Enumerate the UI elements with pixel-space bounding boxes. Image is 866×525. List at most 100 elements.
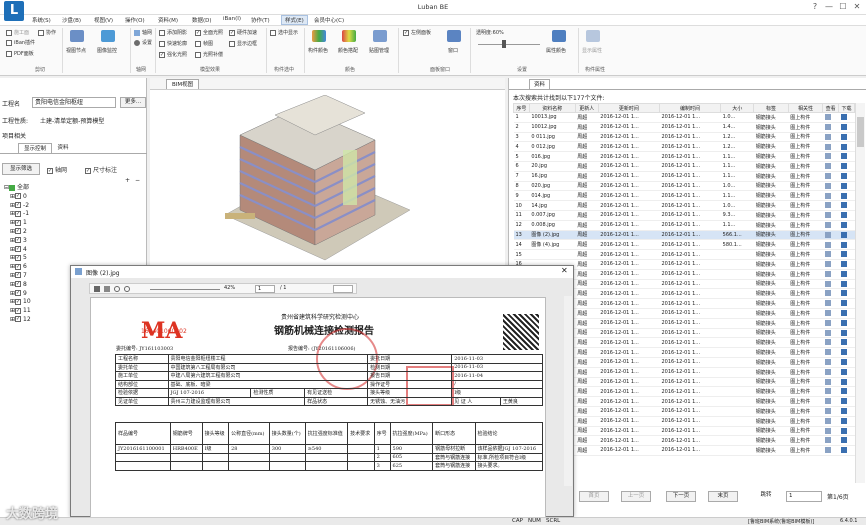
- view-icon[interactable]: [822, 220, 839, 231]
- download-icon[interactable]: [838, 337, 855, 349]
- download-icon[interactable]: [838, 239, 855, 251]
- download-icon[interactable]: [838, 279, 855, 290]
- project-related-link[interactable]: 项目相关: [2, 131, 26, 140]
- view-icon[interactable]: [822, 141, 839, 153]
- view-icon[interactable]: [822, 288, 839, 300]
- color-scheme-label[interactable]: 颜色搭配: [338, 47, 358, 54]
- view-icon[interactable]: [822, 259, 839, 270]
- light-ratio-checkbox[interactable]: 光照补偿: [195, 51, 223, 58]
- download-icon[interactable]: [838, 210, 855, 221]
- table-row[interactable]: 9 014.jpg 周超 2016-12-01 1... 2016-12-01 1...…: [513, 190, 855, 202]
- viewer-scrollbar[interactable]: [564, 296, 572, 486]
- menu-data[interactable]: 数据(D): [192, 16, 212, 24]
- tree-item[interactable]: ⊞✓ 12: [4, 316, 31, 325]
- table-row[interactable]: 8 020.jpg 周超 2016-12-01 1... 2016-12-01 1...…: [513, 181, 855, 192]
- dialog-close-icon[interactable]: ✕: [561, 266, 568, 275]
- first-page-button[interactable]: 首页: [579, 491, 609, 502]
- download-icon[interactable]: [838, 318, 855, 329]
- scrollbar-thumb[interactable]: [857, 117, 864, 147]
- download-icon[interactable]: [838, 308, 855, 319]
- table-row[interactable]: 5 016.jpg 周超 2016-12-01 1... 2016-12-01 1...…: [513, 151, 855, 162]
- tree-item[interactable]: ⊞✓ 8: [4, 281, 31, 290]
- app-logo[interactable]: L: [4, 1, 24, 21]
- help-icon[interactable]: ?: [808, 1, 822, 13]
- menu-iban[interactable]: iBan(I): [223, 16, 241, 22]
- download-icon[interactable]: [838, 112, 855, 123]
- close-button[interactable]: ✕: [850, 1, 864, 13]
- view-icon[interactable]: [822, 151, 839, 162]
- download-icon[interactable]: [838, 122, 855, 133]
- download-icon[interactable]: [838, 249, 855, 260]
- full-light-checkbox[interactable]: ✓ 全面光照: [195, 29, 223, 36]
- menu-operate[interactable]: 操作(O): [125, 16, 145, 24]
- color-scheme-icon[interactable]: [342, 30, 356, 42]
- download-icon[interactable]: [838, 347, 855, 358]
- view-icon[interactable]: [822, 347, 839, 358]
- zoom-in-icon[interactable]: [124, 286, 130, 292]
- download-icon[interactable]: [838, 141, 855, 153]
- view-icon[interactable]: [822, 406, 839, 417]
- page-input[interactable]: 1: [255, 285, 275, 293]
- view-icon[interactable]: [822, 386, 839, 398]
- collab-checkbox[interactable]: 协作: [38, 29, 56, 36]
- tab-resources[interactable]: 资料: [529, 79, 551, 89]
- project-select[interactable]: 贵阳电信金阳枢纽: [32, 97, 116, 108]
- table-row[interactable]: 14 图像 (4).jpg 周超 2016-12-01 1... 2016-12-01 …: [513, 239, 855, 251]
- view-icon[interactable]: [822, 190, 839, 202]
- select-show-checkbox[interactable]: 选中显示: [270, 29, 298, 36]
- download-icon[interactable]: [838, 181, 855, 192]
- view-icon[interactable]: [822, 161, 839, 172]
- download-icon[interactable]: [838, 426, 855, 437]
- download-icon[interactable]: [838, 171, 855, 182]
- download-icon[interactable]: [838, 200, 855, 211]
- view-icon[interactable]: [822, 210, 839, 221]
- table-row[interactable]: 1 10013.jpg 周超 2016-12-01 1... 2016-12-01 1.…: [513, 112, 855, 123]
- tree-item[interactable]: ⊞✓ 5: [4, 254, 31, 263]
- menu-style[interactable]: 样式(E): [281, 15, 308, 25]
- view-icon[interactable]: [822, 112, 839, 123]
- column-header[interactable]: 编制时间: [658, 103, 722, 113]
- table-row[interactable]: 7 16.jpg 周超 2016-12-01 1... 2016-12-01 1... 1…: [513, 171, 855, 182]
- table-row[interactable]: 10 14.jpg 周超 2016-12-01 1... 2016-12-01 1...…: [513, 200, 855, 211]
- column-header[interactable]: 下载: [838, 103, 855, 113]
- download-icon[interactable]: [838, 298, 855, 309]
- download-icon[interactable]: [838, 406, 855, 417]
- struct-color-icon[interactable]: [312, 30, 326, 42]
- table-row[interactable]: 40 012.jpg 周超 2016-12-01 1... 2016-12-01 1.…: [513, 141, 855, 153]
- column-header[interactable]: 更新时间: [597, 103, 660, 113]
- prop-color-icon[interactable]: [552, 30, 566, 42]
- view-icon[interactable]: [822, 200, 839, 211]
- menu-sandbox[interactable]: 沙盘(B): [62, 16, 81, 24]
- tab-display-control[interactable]: 显示控制: [18, 143, 52, 153]
- tree-item[interactable]: ⊞✓ 6: [4, 263, 31, 272]
- axis-button[interactable]: 轴网: [134, 29, 152, 36]
- pdf-checkbox[interactable]: PDF面板: [6, 50, 34, 57]
- cut-face-checkbox[interactable]: 施工面: [6, 29, 29, 36]
- image-monitor-icon[interactable]: [101, 30, 115, 42]
- search-input[interactable]: [333, 285, 353, 293]
- add-shadow-checkbox[interactable]: 添加阴影: [159, 29, 187, 36]
- show-border-checkbox[interactable]: 显示边框: [229, 40, 257, 47]
- download-icon[interactable]: [838, 435, 855, 447]
- view-node-icon[interactable]: [70, 30, 84, 42]
- table-row[interactable]: 13 图像 (2).jpg 周超 2016-12-01 1... 2016-12-01 …: [513, 230, 855, 241]
- display-filter-button[interactable]: 显示筛选: [2, 163, 40, 175]
- download-icon[interactable]: [838, 161, 855, 172]
- table-row[interactable]: 11 0.007.jpg 周超 2016-12-01 1... 2016-12-01 1…: [513, 210, 855, 221]
- collapse-icon[interactable]: −: [135, 177, 140, 184]
- dim-checkbox[interactable]: ✓ 尺寸标注: [85, 165, 117, 174]
- window-icon[interactable]: [447, 30, 461, 42]
- more-button[interactable]: 更多...: [120, 97, 146, 108]
- table-row[interactable]: 2 10012.jpg 周超 2016-12-01 1... 2016-12-01 1.…: [513, 122, 855, 133]
- tab-bim-view[interactable]: BIM视图: [166, 79, 200, 89]
- paint-label[interactable]: 贴图管理: [369, 47, 389, 54]
- tree-item[interactable]: ⊞✓ 3: [4, 237, 31, 246]
- menu-member[interactable]: 会员中心(C): [314, 16, 344, 24]
- menu-material[interactable]: 资料(M): [158, 16, 178, 24]
- tree-item[interactable]: ⊞✓ -2: [4, 202, 31, 211]
- save-icon[interactable]: [94, 286, 100, 292]
- column-header[interactable]: 查看: [822, 103, 840, 113]
- view-icon[interactable]: [822, 279, 839, 290]
- view-icon[interactable]: [822, 396, 839, 407]
- building-model[interactable]: [215, 95, 415, 265]
